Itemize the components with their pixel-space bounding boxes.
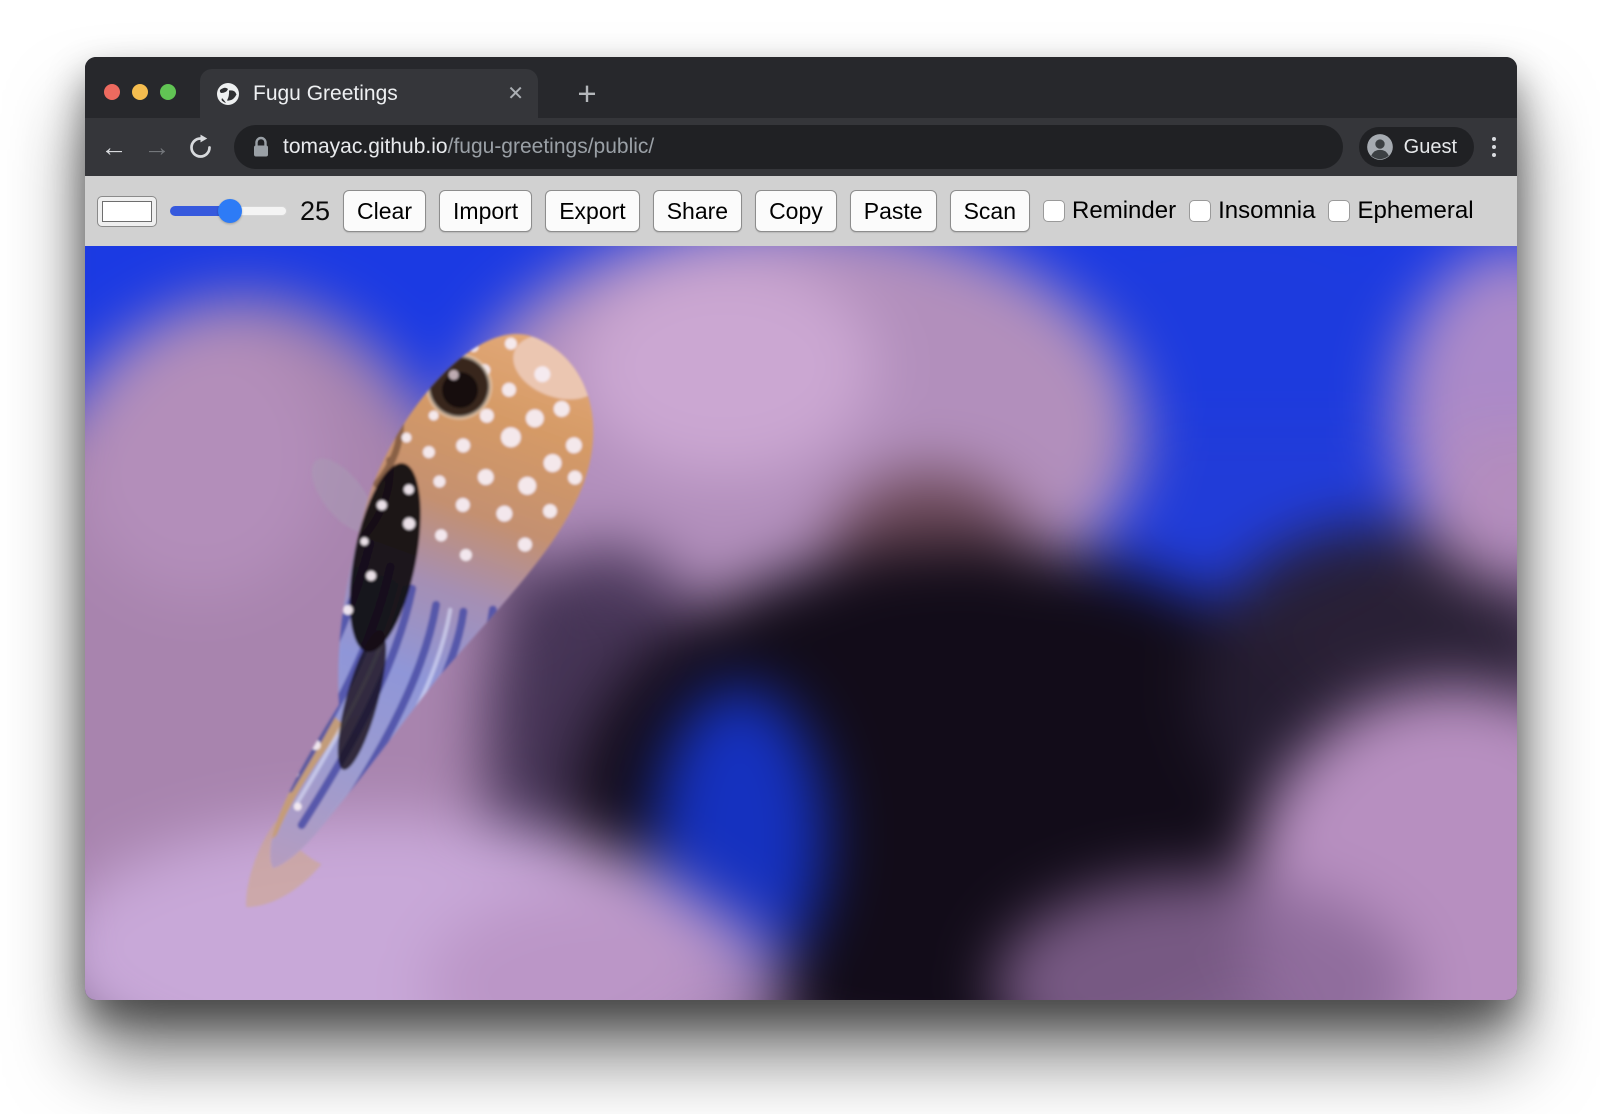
color-picker-input[interactable] — [97, 196, 157, 227]
minimize-window-button[interactable] — [132, 84, 148, 100]
avatar-icon — [1366, 133, 1394, 161]
new-tab-button[interactable]: + — [571, 78, 603, 110]
url-path: /fugu-greetings/public/ — [448, 135, 655, 159]
size-value: 25 — [300, 196, 330, 227]
address-bar[interactable]: tomayac.github.io/fugu-greetings/public/ — [234, 125, 1343, 169]
copy-button[interactable]: Copy — [755, 190, 837, 232]
fullscreen-window-button[interactable] — [160, 84, 176, 100]
back-button[interactable]: ← — [99, 132, 129, 162]
reminder-option: Reminder — [1043, 197, 1176, 225]
insomnia-option: Insomnia — [1189, 197, 1315, 225]
tab-strip: Fugu Greetings ✕ + — [85, 57, 1517, 118]
globe-favicon-icon — [216, 82, 240, 106]
forward-button[interactable]: → — [142, 132, 172, 162]
size-slider[interactable] — [170, 199, 287, 223]
slider-thumb[interactable] — [218, 199, 242, 223]
import-button[interactable]: Import — [439, 190, 532, 232]
export-button[interactable]: Export — [545, 190, 639, 232]
drawing-canvas[interactable] — [85, 246, 1517, 1000]
ephemeral-label: Ephemeral — [1357, 197, 1473, 225]
tab-close-icon[interactable]: ✕ — [507, 84, 524, 104]
profile-button[interactable]: Guest — [1359, 127, 1474, 167]
menu-button[interactable] — [1492, 137, 1496, 157]
paste-button[interactable]: Paste — [850, 190, 937, 232]
lock-icon — [252, 136, 270, 158]
ephemeral-option: Ephemeral — [1328, 197, 1473, 225]
tab-fugu-greetings[interactable]: Fugu Greetings ✕ — [200, 69, 538, 118]
tab-title: Fugu Greetings — [253, 82, 499, 106]
color-swatch — [102, 201, 152, 222]
url-host: tomayac.github.io — [283, 135, 448, 159]
reminder-label: Reminder — [1072, 197, 1176, 225]
app-toolbar: 25 Clear Import Export Share Copy Paste … — [85, 176, 1517, 246]
share-button[interactable]: Share — [653, 190, 742, 232]
ephemeral-checkbox[interactable] — [1328, 200, 1350, 222]
underwater-background — [85, 246, 1517, 1000]
browser-navbar: ← → tomayac.github.io/fugu-greetings/pub… — [85, 118, 1517, 176]
reef-blob — [575, 256, 875, 476]
reminder-checkbox[interactable] — [1043, 200, 1065, 222]
close-window-button[interactable] — [104, 84, 120, 100]
clear-button[interactable]: Clear — [343, 190, 426, 232]
reload-button[interactable] — [185, 132, 215, 162]
profile-label: Guest — [1404, 136, 1457, 159]
scan-button[interactable]: Scan — [950, 190, 1030, 232]
insomnia-label: Insomnia — [1218, 197, 1315, 225]
browser-window: Fugu Greetings ✕ + ← → tomayac.github.io… — [85, 57, 1517, 1000]
insomnia-checkbox[interactable] — [1189, 200, 1211, 222]
window-controls — [104, 84, 176, 100]
